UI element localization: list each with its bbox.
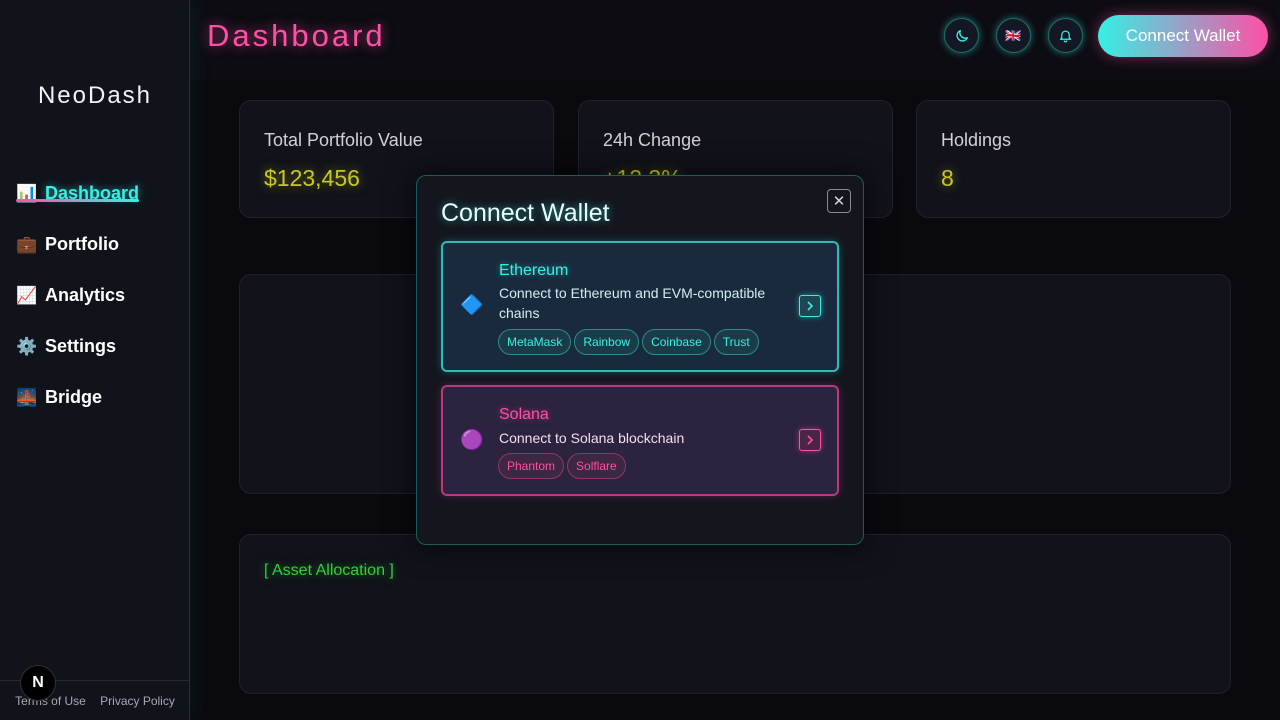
wallet-tags: Phantom Solflare — [498, 453, 626, 479]
sidebar-item-portfolio[interactable]: 💼 Portfolio — [16, 219, 139, 270]
chain-description: Connect to Ethereum and EVM-compatible c… — [499, 285, 766, 321]
wallet-tag-rainbow[interactable]: Rainbow — [574, 329, 640, 355]
page-title: Dashboard — [207, 18, 386, 53]
sidebar-item-label: Settings — [45, 336, 117, 356]
wallet-tag-phantom[interactable]: Phantom — [498, 453, 565, 479]
bell-icon — [1059, 30, 1072, 43]
chain-option-ethereum[interactable]: 🔷 Ethereum Connect to Ethereum and EVM-c… — [441, 241, 839, 372]
wallet-tag-metamask[interactable]: MetaMask — [498, 329, 572, 355]
sidebar-item-analytics[interactable]: 📈 Analytics — [16, 270, 139, 321]
briefcase-icon: 💼 — [16, 234, 38, 254]
chain-name: Solana — [499, 406, 549, 423]
sidebar-nav: 📊 Dashboard 💼 Portfolio 📈 Analytics ⚙️ S… — [16, 168, 139, 423]
theme-toggle-button[interactable] — [944, 18, 979, 53]
sidebar-item-settings[interactable]: ⚙️ Settings — [16, 321, 139, 372]
sidebar-item-label: Analytics — [45, 285, 126, 305]
bridge-icon: 🌉 — [16, 387, 38, 407]
ethereum-diamond-icon: 🔷 — [460, 295, 484, 316]
framework-badge[interactable]: N — [20, 665, 56, 701]
connect-wallet-modal: Connect Wallet ✕ 🔷 Ethereum Connect to E… — [416, 175, 864, 545]
trending-chart-icon: 📈 — [16, 285, 38, 305]
notifications-button[interactable] — [1048, 18, 1083, 53]
modal-title: Connect Wallet — [441, 199, 610, 227]
wallet-tag-coinbase[interactable]: Coinbase — [642, 329, 711, 355]
chain-option-solana[interactable]: 🟣 Solana Connect to Solana blockchain Ph… — [441, 385, 839, 496]
uk-flag-icon: 🇬🇧 — [1005, 27, 1022, 43]
close-modal-button[interactable]: ✕ — [827, 189, 851, 213]
connect-wallet-button[interactable]: Connect Wallet — [1098, 15, 1268, 57]
privacy-link[interactable]: Privacy Policy — [100, 694, 175, 708]
moon-icon — [955, 29, 968, 42]
gear-icon: ⚙️ — [16, 336, 38, 356]
sidebar-item-bridge[interactable]: 🌉 Bridge — [16, 372, 139, 423]
sidebar-item-dashboard[interactable]: 📊 Dashboard — [16, 168, 139, 219]
wallet-tags: MetaMask Rainbow Coinbase Trust — [498, 329, 759, 355]
brand-logo: NeoDash — [37, 82, 153, 109]
sidebar-item-label: Portfolio — [45, 234, 119, 254]
chevron-right-icon[interactable] — [799, 295, 821, 317]
sidebar-item-label: Bridge — [45, 387, 103, 407]
wallet-tag-solflare[interactable]: Solflare — [567, 453, 626, 479]
close-icon: ✕ — [832, 193, 846, 210]
wallet-tag-trust[interactable]: Trust — [713, 329, 759, 355]
chevron-right-icon[interactable] — [799, 429, 821, 451]
sidebar: NeoDash 📊 Dashboard 💼 Portfolio 📈 Analyt… — [0, 0, 190, 720]
active-underline — [16, 199, 139, 202]
language-button[interactable]: 🇬🇧 — [996, 18, 1031, 53]
chain-description: Connect to Solana blockchain — [499, 430, 685, 446]
chain-name: Ethereum — [499, 262, 569, 279]
solana-circle-icon: 🟣 — [460, 430, 484, 451]
